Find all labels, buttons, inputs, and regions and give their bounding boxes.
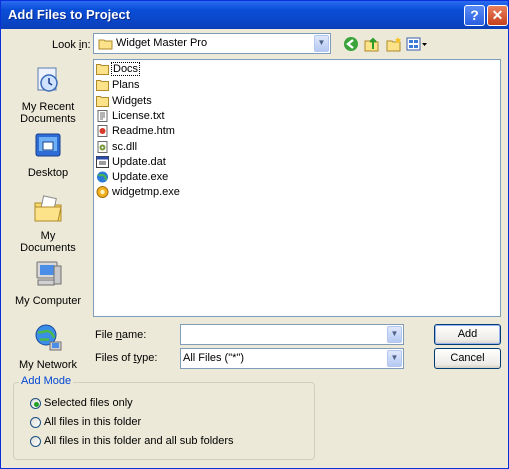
text-file-icon <box>97 110 108 123</box>
help-button[interactable]: ? <box>464 5 485 26</box>
file-name-combo[interactable]: ▼ <box>180 324 404 345</box>
my-computer-icon <box>36 261 62 286</box>
radio-button[interactable] <box>30 417 41 428</box>
back-icon[interactable] <box>343 36 359 52</box>
desktop-icon <box>35 133 61 157</box>
radio-button[interactable] <box>30 436 41 447</box>
list-item[interactable]: Update.dat <box>96 156 167 172</box>
list-item[interactable]: sc.dll <box>96 141 138 157</box>
look-in-value: Widget Master Pro <box>116 37 208 49</box>
chevron-down-icon[interactable]: ▼ <box>387 326 402 343</box>
view-menu-icon[interactable] <box>406 36 428 52</box>
look-in-label: Look in: <box>52 39 91 51</box>
list-item[interactable]: Widgets <box>96 95 153 111</box>
dll-file-icon <box>97 141 108 154</box>
up-folder-icon[interactable] <box>364 36 380 52</box>
files-of-type-value: All Files ("*") <box>183 352 244 364</box>
chevron-down-icon[interactable]: ▼ <box>387 350 402 367</box>
place-my-documents[interactable]: My Documents <box>13 193 83 254</box>
add-files-dialog: Add Files to Project ? ✕ Look in: Widget… <box>0 0 509 469</box>
cancel-button[interactable]: Cancel <box>434 348 501 369</box>
places-bar: My Recent Documents Desktop My Documents… <box>13 60 83 371</box>
exe-file-icon <box>96 186 109 199</box>
folder-icon <box>96 96 109 108</box>
files-of-type-combo[interactable]: All Files ("*") ▼ <box>180 348 404 369</box>
list-item[interactable]: License.txt <box>96 110 166 126</box>
radio-selected-dot <box>34 402 39 407</box>
recent-documents-icon <box>37 67 58 92</box>
chevron-down-icon[interactable]: ▼ <box>314 35 329 52</box>
file-name-label: File name: <box>95 329 147 341</box>
files-of-type-label: Files of type: <box>95 352 158 364</box>
close-button[interactable]: ✕ <box>487 5 508 26</box>
window-title: Add Files to Project <box>8 7 131 22</box>
folder-icon <box>98 39 113 50</box>
add-button[interactable]: Add <box>434 324 501 345</box>
list-item[interactable]: Docs <box>96 62 141 79</box>
list-item[interactable]: Plans <box>96 79 141 95</box>
list-item[interactable]: widgetmp.exe <box>96 186 181 202</box>
my-network-icon <box>35 324 62 351</box>
folder-icon <box>96 64 109 76</box>
html-file-icon <box>97 125 108 138</box>
radio-button[interactable] <box>30 398 41 409</box>
globe-exe-icon <box>97 171 108 183</box>
place-my-computer[interactable]: My Computer <box>13 258 83 307</box>
title-bar[interactable]: Add Files to Project ? ✕ <box>1 1 508 29</box>
list-item[interactable]: Readme.htm <box>96 125 176 141</box>
add-mode-legend: Add Mode <box>19 375 74 387</box>
place-my-network[interactable]: My Network <box>13 322 83 371</box>
folder-icon <box>96 80 109 92</box>
file-list[interactable]: Docs Plans Widgets License.txt Readme.ht… <box>93 59 501 317</box>
look-in-combo[interactable]: Widget Master Pro ▼ <box>93 33 331 54</box>
my-documents-icon <box>34 195 62 222</box>
new-folder-icon[interactable] <box>386 36 402 52</box>
place-desktop[interactable]: Desktop <box>13 130 83 179</box>
place-recent-documents[interactable]: My Recent Documents <box>13 64 83 125</box>
list-item[interactable]: Update.exe <box>96 171 169 187</box>
dat-file-icon <box>96 156 109 169</box>
